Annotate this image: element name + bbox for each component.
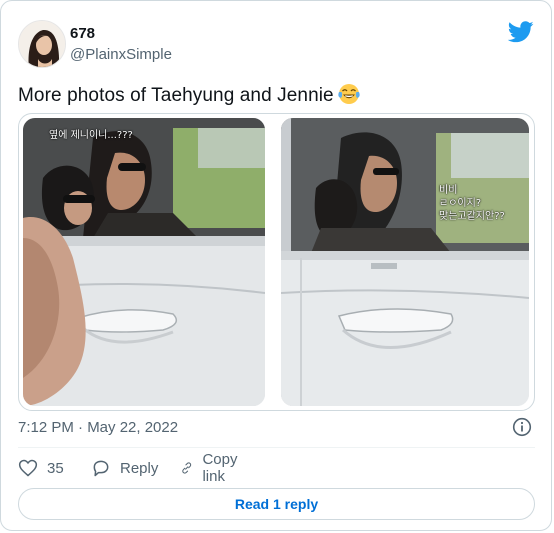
photo-left[interactable]: 옆에 제니이니...??? <box>23 118 265 406</box>
right-caption-line-2: ㄹㅇ이지? <box>439 198 482 209</box>
tweet-timestamp[interactable]: 7:12 PM · May 22, 2022 <box>18 419 178 436</box>
right-caption-line-1: 비비 <box>439 185 458 196</box>
info-icon[interactable] <box>512 417 532 437</box>
heart-icon <box>18 459 38 477</box>
reply-button[interactable]: Reply <box>91 456 158 480</box>
avatar[interactable] <box>18 20 66 68</box>
photo-right[interactable]: 비비 ㄹㅇ이지? 맞는고같지안?? <box>281 118 529 406</box>
divider <box>18 447 535 448</box>
right-photo-caption: 비비 ㄹㅇ이지? 맞는고같지안?? <box>439 184 505 223</box>
reply-bubble-icon <box>93 460 109 477</box>
right-caption-line-3: 맞는고같지안?? <box>439 211 505 222</box>
display-name[interactable]: 678 <box>70 25 95 42</box>
copy-link-label: Copy link <box>202 451 238 485</box>
laughing-tears-emoji-icon <box>338 83 360 105</box>
twitter-bird-icon[interactable] <box>508 21 534 43</box>
copy-link-button[interactable]: Copy link <box>180 451 244 485</box>
media-grid: 옆에 제니이니...??? 비비 ㄹㅇ이지? 맞는고같지안?? <box>18 113 535 411</box>
link-icon <box>182 462 192 474</box>
reply-label: Reply <box>120 459 159 477</box>
left-photo-caption: 옆에 제니이니...??? <box>49 130 133 141</box>
like-count: 35 <box>47 459 64 477</box>
read-reply-button[interactable]: Read 1 reply <box>18 488 535 520</box>
tweet-text: More photos of Taehyung and Jennie <box>18 83 360 107</box>
tweet-card: 678 @PlainxSimple More photos of Taehyun… <box>0 0 552 531</box>
like-button[interactable]: 35 <box>18 456 64 480</box>
tweet-text-content: More photos of Taehyung and Jennie <box>18 85 334 106</box>
user-handle[interactable]: @PlainxSimple <box>70 46 172 63</box>
